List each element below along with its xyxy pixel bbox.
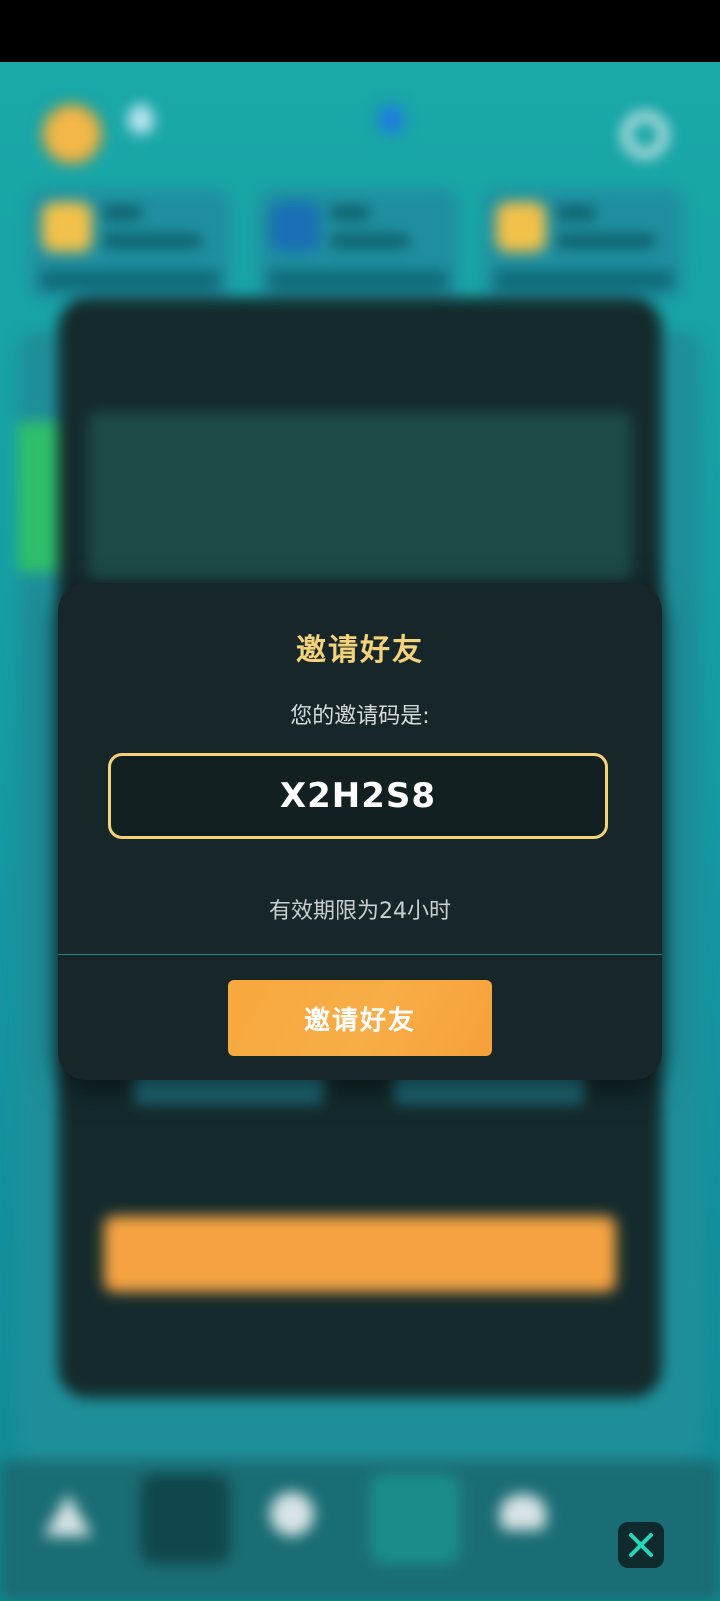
close-icon [629, 1533, 653, 1557]
gem-icon [378, 104, 404, 134]
divider [58, 954, 662, 955]
bottom-nav [0, 1460, 720, 1601]
triangle-icon [44, 1494, 92, 1536]
nav-item [140, 1474, 230, 1564]
avatar [42, 104, 102, 164]
invite-dialog: 邀请好友 您的邀请码是: X2H2S8 有效期限为24小时 邀请好友 [58, 583, 662, 1080]
invite-friends-button[interactable]: 邀请好友 [228, 980, 492, 1056]
invite-code-label: 您的邀请码是: [290, 704, 430, 729]
quest-card [30, 190, 230, 300]
background-button [104, 1216, 616, 1292]
invite-button-label: 邀请好友 [303, 1005, 416, 1036]
nav-item [370, 1474, 460, 1564]
box-icon [270, 202, 320, 252]
quest-card [258, 190, 458, 300]
validity-text: 有效期限为24小时 [269, 899, 451, 924]
water-icon [128, 104, 154, 134]
status-bar [0, 0, 720, 62]
chat-icon [42, 202, 92, 252]
target-icon [270, 1492, 314, 1536]
heart-icon [500, 1494, 546, 1530]
chat-icon [496, 202, 546, 252]
invite-code: X2H2S8 [279, 776, 437, 816]
dialog-title: 邀请好友 [296, 633, 424, 668]
quest-card [484, 190, 684, 300]
gear-icon [622, 112, 668, 158]
invite-code-box[interactable]: X2H2S8 [108, 753, 608, 839]
close-button[interactable] [618, 1522, 664, 1568]
